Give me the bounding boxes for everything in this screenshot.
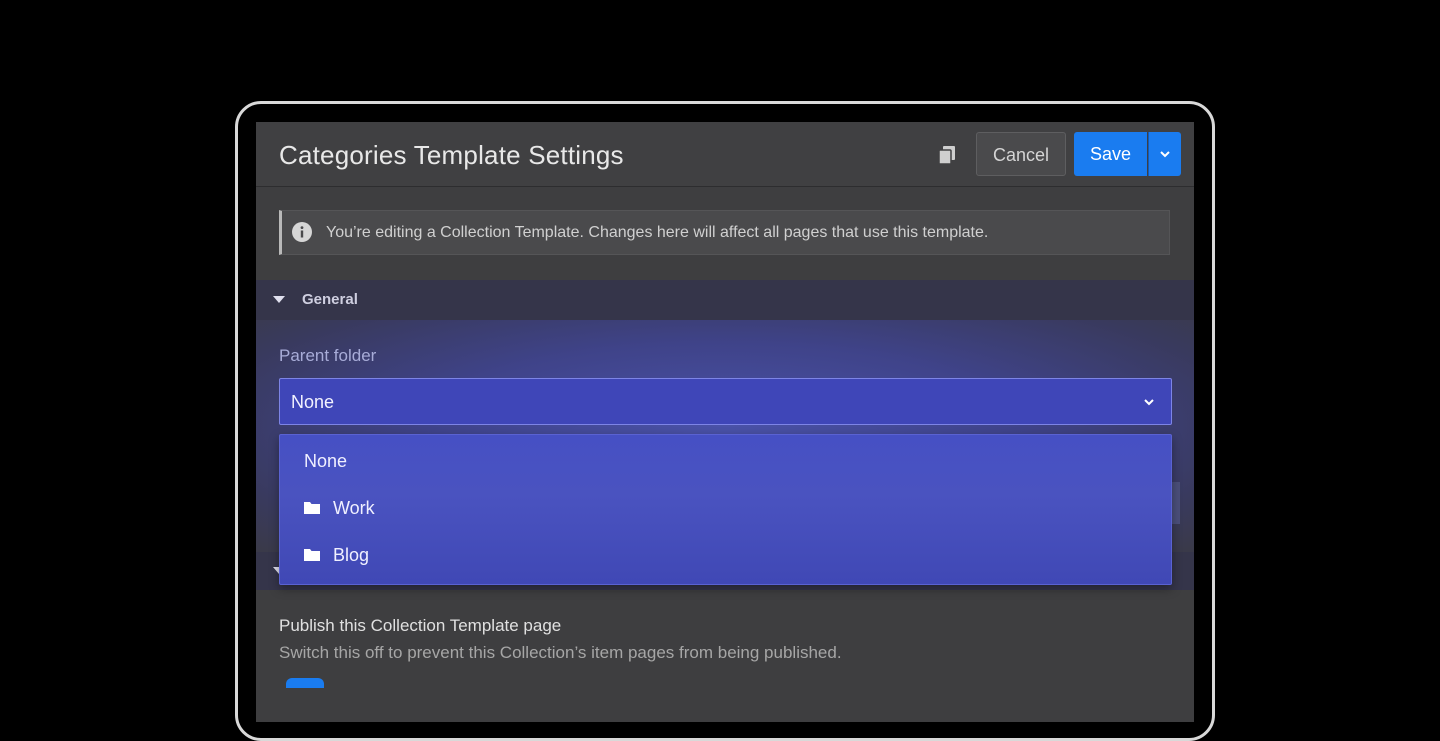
dropdown-option-work[interactable]: Work [280,484,1171,531]
dropdown-option-label: Blog [333,545,370,565]
folder-icon [304,549,320,561]
dropdown-option-label: None [304,451,348,471]
folder-icon [304,502,320,514]
info-icon [292,222,312,242]
chevron-down-icon [1144,399,1154,406]
save-options-button[interactable] [1148,132,1181,176]
dropdown-option-none[interactable]: None [280,437,1171,484]
info-banner: You’re editing a Collection Template. Ch… [279,210,1170,255]
parent-folder-label: Parent folder [279,346,377,365]
parent-folder-select[interactable]: None [279,378,1172,425]
duplicate-icon[interactable] [936,144,958,166]
panel-header: Categories Template Settings Cancel Save [256,122,1194,187]
publish-setting-title: Publish this Collection Template page [279,616,562,635]
section-header-general[interactable]: General [256,280,1194,320]
settings-panel: Categories Template Settings Cancel Save… [256,122,1194,722]
dropdown-option-label: Work [333,498,375,518]
page-title: Categories Template Settings [279,140,624,170]
parent-folder-dropdown: None Work Blog [279,434,1172,585]
caret-down-icon [273,296,285,303]
publish-setting-description: Switch this off to prevent this Collecti… [279,643,842,662]
save-button[interactable]: Save [1074,132,1147,176]
info-banner-text: You’re editing a Collection Template. Ch… [326,224,989,241]
dropdown-option-blog[interactable]: Blog [280,531,1171,578]
publish-toggle[interactable] [286,678,324,688]
chevron-down-icon [1160,151,1170,158]
cancel-button[interactable]: Cancel [976,132,1066,176]
parent-folder-selected-value: None [291,392,335,412]
section-title-general: General [302,291,358,308]
